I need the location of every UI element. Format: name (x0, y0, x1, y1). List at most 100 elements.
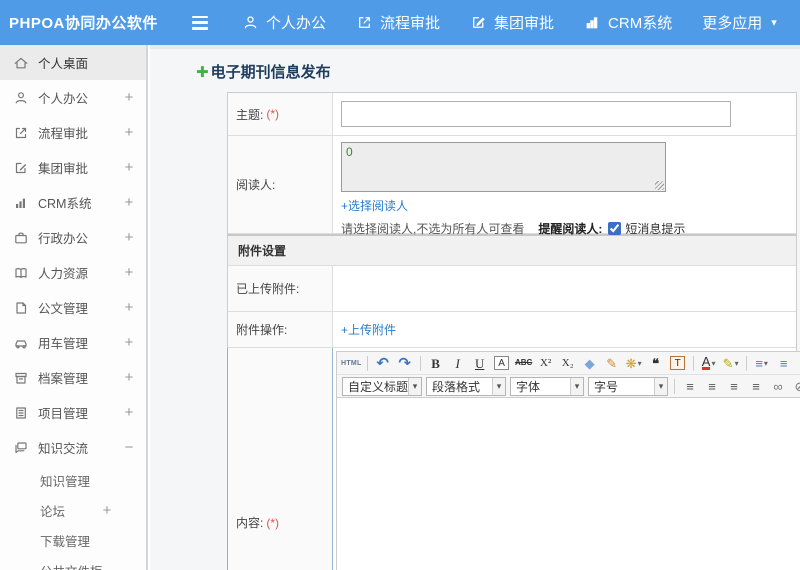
italic-button[interactable]: I (448, 353, 468, 373)
sidebar-item-personal-office[interactable]: 个人办公 + (0, 80, 146, 115)
expand-plus-icon[interactable]: + (122, 299, 136, 316)
heading-style-select[interactable]: 自定义标题 ▾ (342, 376, 422, 396)
align-left-button[interactable]: ≡ (680, 376, 700, 396)
align-justify-button[interactable]: ≡ (746, 376, 766, 396)
expand-plus-icon[interactable]: + (122, 369, 136, 386)
expand-plus-icon[interactable]: + (122, 229, 136, 246)
sidebar-item-label: 知识交流 (38, 442, 89, 456)
resize-grip-icon[interactable] (655, 181, 664, 190)
align-justify-icon: ≡ (752, 378, 760, 394)
expand-plus-icon[interactable]: + (122, 89, 136, 106)
font-family-select[interactable]: 字体 ▾ (510, 376, 584, 396)
required-mark: (*) (266, 515, 280, 530)
expand-plus-icon[interactable]: + (122, 124, 136, 141)
sidebar-item-vehicle-management[interactable]: 用车管理 + (0, 325, 146, 360)
hamburger-menu-icon[interactable] (192, 15, 212, 30)
font-size-select[interactable]: 字号 ▾ (588, 376, 668, 396)
sidebar-item-download-management[interactable]: 下载管理 (0, 525, 146, 555)
sidebar-item-public-file-cabinet[interactable]: 公共文件柜 (0, 555, 146, 570)
collapse-minus-icon[interactable]: − (122, 439, 136, 456)
subscript-button[interactable]: X₂ (558, 353, 578, 373)
readers-textarea[interactable]: 0 (341, 142, 666, 192)
align-center-button[interactable]: ≡ (702, 376, 722, 396)
readers-row: 阅读人: 0 +选择阅读人 请选择阅读人,不选为所有人可查看 提醒阅读人: 短消… (228, 136, 796, 237)
editor-content[interactable] (337, 398, 800, 570)
eraser-button[interactable]: ◆ (580, 353, 600, 373)
paste-text-button[interactable]: T (668, 353, 688, 373)
font-family-select-label: 字体 (516, 379, 541, 394)
attachment-ops-label-text: 附件操作: (236, 323, 288, 337)
expand-plus-icon[interactable]: + (122, 404, 136, 421)
app-title: PHPOA协同办公软件 (9, 15, 158, 32)
sidebar-item-knowledge-management[interactable]: 知识管理 (0, 465, 146, 495)
readers-hint: 请选择阅读人,不选为所有人可查看 (341, 222, 525, 236)
sms-notify-checkbox[interactable] (608, 222, 622, 235)
nav-more-apps[interactable]: 更多应用 ▾ (702, 12, 777, 33)
sidebar-item-human-resources[interactable]: 人力资源 + (0, 255, 146, 290)
chevron-down-icon: ▾ (408, 377, 421, 395)
content-label: 内容: (*) (228, 348, 333, 570)
expand-plus-icon[interactable]: + (122, 264, 136, 281)
expand-plus-icon[interactable]: + (100, 502, 114, 519)
font-style-button[interactable]: A (492, 353, 512, 373)
blockquote-button[interactable]: ❝ (646, 353, 666, 373)
unlink-button[interactable]: ⊘ (790, 376, 800, 396)
highlight-button[interactable]: ✎ ▾ (721, 353, 741, 373)
redo-icon: ↷ (398, 354, 411, 372)
upload-attachment-link[interactable]: +上传附件 (341, 321, 396, 338)
subject-input[interactable] (341, 101, 731, 127)
expand-plus-icon[interactable]: + (122, 159, 136, 176)
sidebar-item-label: 项目管理 (38, 407, 89, 421)
sidebar-item-label: 用车管理 (38, 337, 89, 351)
doc-icon (13, 300, 29, 316)
strikethrough-button[interactable]: ABC (514, 353, 534, 373)
sidebar-item-workflow-approval[interactable]: 流程审批 + (0, 115, 146, 150)
subject-label: 主题: (*) (228, 93, 333, 135)
sidebar-item-archive-management[interactable]: 档案管理 + (0, 360, 146, 395)
align-right-button[interactable]: ≡ (724, 376, 744, 396)
expand-plus-icon[interactable]: + (122, 334, 136, 351)
underline-button[interactable]: U (470, 353, 490, 373)
sidebar-item-crm-system[interactable]: CRM系统 + (0, 185, 146, 220)
nav-group-approval[interactable]: 集团审批 (470, 12, 554, 33)
redo-button[interactable]: ↷ (395, 353, 415, 373)
subject-label-text: 主题: (236, 107, 264, 122)
sidebar-item-label: 个人桌面 (38, 57, 89, 71)
nav-personal-office[interactable]: 个人办公 (242, 12, 326, 33)
sidebar-item-knowledge-exchange[interactable]: 知识交流 − (0, 430, 146, 465)
font-color-button[interactable]: A ▾ (699, 353, 719, 373)
link-button[interactable]: ∞ (768, 376, 788, 396)
sidebar-item-personal-desktop[interactable]: 个人桌面 (0, 45, 146, 80)
sidebar-item-forum[interactable]: 论坛 + (0, 495, 146, 525)
unordered-list-button[interactable]: ≡ (774, 353, 794, 373)
superscript-button[interactable]: X² (536, 353, 556, 373)
ordered-list-button[interactable]: ≡ ▾ (752, 353, 772, 373)
sidebar-item-document-management[interactable]: 公文管理 + (0, 290, 146, 325)
nav-label: 个人办公 (266, 15, 327, 32)
nav-crm-system[interactable]: CRM系统 (584, 12, 672, 33)
sidebar-item-label: 流程审批 (38, 127, 89, 141)
select-readers-link[interactable]: +选择阅读人 (341, 199, 408, 213)
nav-label: 集团审批 (494, 15, 555, 32)
home-icon (13, 55, 29, 71)
paragraph-format-select-label: 段落格式 (432, 379, 481, 394)
paste-text-icon: T (670, 356, 686, 370)
sidebar-item-project-management[interactable]: 项目管理 + (0, 395, 146, 430)
sidebar-item-admin-office[interactable]: 行政办公 + (0, 220, 146, 255)
highlight-icon: ✎ (722, 355, 734, 371)
eraser-icon: ◆ (584, 355, 595, 371)
font-size-select-label: 字号 (594, 379, 619, 394)
book-icon (13, 265, 29, 281)
undo-button[interactable]: ↶ (373, 353, 393, 373)
html-source-button[interactable]: HTML (341, 353, 362, 373)
bold-button[interactable]: B (426, 353, 446, 373)
autoformat-button[interactable]: ❋ ▾ (624, 353, 644, 373)
nav-workflow-approval[interactable]: 流程审批 (356, 12, 440, 33)
readers-hint-line: 请选择阅读人,不选为所有人可查看 提醒阅读人: 短消息提示 (341, 220, 788, 237)
paragraph-format-select[interactable]: 段落格式 ▾ (426, 376, 506, 396)
format-brush-button[interactable]: ✎ (602, 353, 622, 373)
expand-plus-icon[interactable]: + (122, 194, 136, 211)
chevron-down-icon: ▾ (637, 358, 642, 368)
sidebar-item-group-approval[interactable]: 集团审批 + (0, 150, 146, 185)
car-icon (13, 335, 29, 351)
